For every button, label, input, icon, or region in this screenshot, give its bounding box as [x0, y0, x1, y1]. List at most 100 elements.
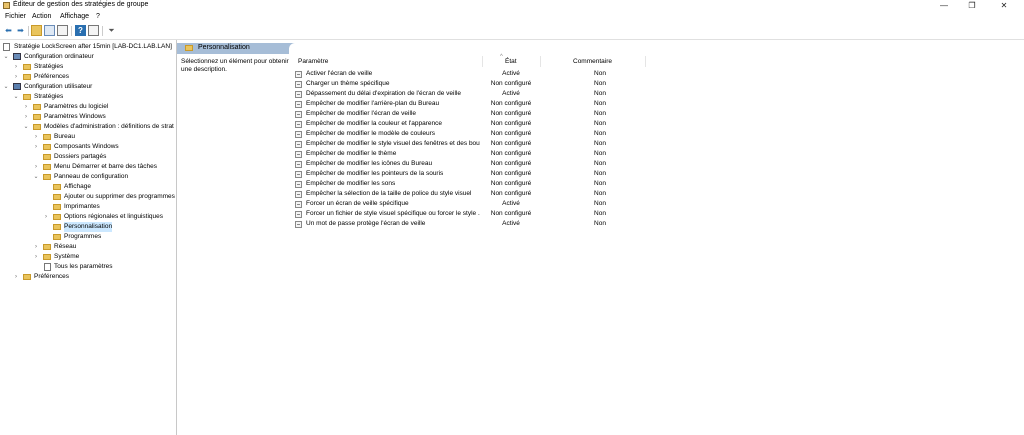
column-divider[interactable] — [645, 56, 646, 67]
tree-label: Paramètres du logiciel — [44, 103, 109, 110]
expand-chevron-icon[interactable]: › — [23, 112, 29, 122]
tree-label: Réseau — [54, 243, 77, 250]
policy-setting-icon — [295, 81, 302, 88]
policy-setting-icon — [295, 71, 302, 78]
column-header-comment[interactable]: Commentaire — [573, 56, 612, 67]
folder-icon — [43, 144, 51, 150]
setting-row[interactable]: Empêcher de modifier les icônes du Burea… — [290, 159, 650, 169]
maximize-button[interactable]: ❐ — [958, 0, 986, 11]
column-divider[interactable] — [482, 56, 483, 67]
folder-icon — [23, 274, 31, 280]
description-text: Sélectionnez un élément pour obtenir une… — [181, 58, 289, 73]
setting-row[interactable]: Empêcher de modifier les sons Non config… — [290, 179, 650, 189]
tree-label: Personnalisation — [64, 222, 113, 232]
setting-row[interactable]: Empêcher de modifier le modèle de couleu… — [290, 129, 650, 139]
collapse-chevron-icon[interactable]: ⌄ — [3, 52, 9, 62]
menu-affichage[interactable]: Affichage — [60, 13, 89, 20]
tree-label: Paramètres Windows — [44, 113, 106, 120]
policy-setting-icon — [295, 191, 302, 198]
setting-row[interactable]: Empêcher de modifier les pointeurs de la… — [290, 169, 650, 179]
menu-help[interactable]: ? — [96, 13, 100, 20]
folder-icon — [33, 124, 41, 130]
policy-setting-icon — [295, 131, 302, 138]
window-title: Éditeur de gestion des stratégies de gro… — [13, 1, 149, 8]
back-arrow-icon[interactable]: ⬅ — [3, 25, 14, 36]
expand-chevron-icon[interactable]: › — [13, 72, 19, 82]
column-divider[interactable] — [540, 56, 541, 67]
expand-chevron-icon[interactable]: › — [13, 272, 19, 282]
setting-state: Non configuré — [490, 120, 532, 127]
section-title: Personnalisation — [198, 44, 250, 51]
expand-chevron-icon[interactable]: › — [33, 132, 39, 142]
column-header-setting[interactable]: Paramètre — [298, 56, 328, 67]
properties-icon[interactable] — [88, 25, 99, 36]
setting-row[interactable]: Empêcher de modifier la couleur et l'app… — [290, 119, 650, 129]
setting-comment: Non — [594, 80, 606, 87]
tree-label: Menu Démarrer et barre des tâches — [54, 163, 157, 170]
folder-icon — [53, 194, 61, 200]
folder-icon — [33, 104, 41, 110]
setting-row[interactable]: Forcer un fichier de style visuel spécif… — [290, 209, 650, 219]
policy-setting-icon — [295, 201, 302, 208]
tree-label: Stratégie LockScreen after 15min [LAB-DC… — [14, 43, 172, 50]
setting-row[interactable]: Charger un thème spécifique Non configur… — [290, 79, 650, 89]
expand-chevron-icon[interactable]: › — [43, 212, 49, 222]
setting-name: Empêcher la sélection de la taille de po… — [306, 190, 472, 197]
up-folder-icon[interactable] — [31, 25, 42, 36]
export-list-icon[interactable] — [57, 25, 68, 36]
setting-comment: Non — [594, 180, 606, 187]
setting-row[interactable]: Forcer un écran de veille spécifique Act… — [290, 199, 650, 209]
forward-arrow-icon[interactable]: ➡ — [15, 25, 26, 36]
expand-chevron-icon[interactable]: › — [33, 242, 39, 252]
column-header-state[interactable]: État — [505, 56, 517, 67]
folder-icon — [53, 184, 61, 190]
setting-row[interactable]: Empêcher de modifier l'écran de veille N… — [290, 109, 650, 119]
folder-icon — [43, 154, 51, 160]
policy-setting-icon — [295, 91, 302, 98]
expand-chevron-icon[interactable]: › — [23, 102, 29, 112]
folder-icon — [43, 164, 51, 170]
setting-row[interactable]: Empêcher de modifier le thème Non config… — [290, 149, 650, 159]
show-tree-icon[interactable] — [44, 25, 55, 36]
minimize-button[interactable]: — — [930, 0, 958, 11]
expand-chevron-icon[interactable]: › — [13, 62, 19, 72]
expand-chevron-icon[interactable]: › — [33, 162, 39, 172]
extended-tab-surface — [289, 43, 1024, 54]
collapse-chevron-icon[interactable]: ⌄ — [33, 172, 39, 182]
collapse-chevron-icon[interactable]: ⌄ — [3, 82, 9, 92]
tree-label: Préférences — [34, 273, 70, 280]
close-button[interactable]: ✕ — [990, 0, 1018, 11]
setting-row[interactable]: Empêcher de modifier le style visuel des… — [290, 139, 650, 149]
menu-action[interactable]: Action — [32, 13, 51, 20]
folder-icon — [23, 74, 31, 80]
expand-chevron-icon[interactable]: › — [33, 252, 39, 262]
setting-comment: Non — [594, 100, 606, 107]
help-icon[interactable]: ? — [75, 25, 86, 36]
setting-row[interactable]: Empêcher la sélection de la taille de po… — [290, 189, 650, 199]
tree-label: Modèles d'administration : définitions d… — [44, 123, 174, 130]
policy-setting-icon — [295, 211, 302, 218]
setting-state: Non configuré — [490, 190, 532, 197]
collapse-chevron-icon[interactable]: ⌄ — [23, 122, 29, 132]
filter-icon[interactable]: ⏷ — [106, 25, 117, 36]
setting-comment: Non — [594, 90, 606, 97]
setting-state: Non configuré — [490, 170, 532, 177]
collapse-chevron-icon[interactable]: ⌄ — [13, 92, 19, 102]
setting-name: Un mot de passe protège l'écran de veill… — [306, 220, 426, 227]
expand-chevron-icon[interactable]: › — [33, 142, 39, 152]
tree-label: Système — [54, 253, 80, 260]
policy-setting-icon — [295, 171, 302, 178]
setting-row[interactable]: Activer l'écran de veille Activé Non — [290, 69, 650, 79]
tree-label: Panneau de configuration — [54, 173, 129, 180]
setting-name: Dépassement du délai d'expiration de l'é… — [306, 90, 461, 97]
policy-setting-icon — [295, 161, 302, 168]
menu-fichier[interactable]: Fichier — [5, 13, 26, 20]
setting-row[interactable]: Dépassement du délai d'expiration de l'é… — [290, 89, 650, 99]
toolbar-separator — [28, 26, 29, 36]
tree-label: Ajouter ou supprimer des programmes — [64, 193, 175, 200]
setting-comment: Non — [594, 160, 606, 167]
setting-row[interactable]: Empêcher de modifier l'arrière-plan du B… — [290, 99, 650, 109]
menu-bar: Fichier Action Affichage ? — [0, 12, 1024, 23]
setting-row[interactable]: Un mot de passe protège l'écran de veill… — [290, 219, 650, 229]
setting-name: Forcer un fichier de style visuel spécif… — [306, 210, 480, 217]
